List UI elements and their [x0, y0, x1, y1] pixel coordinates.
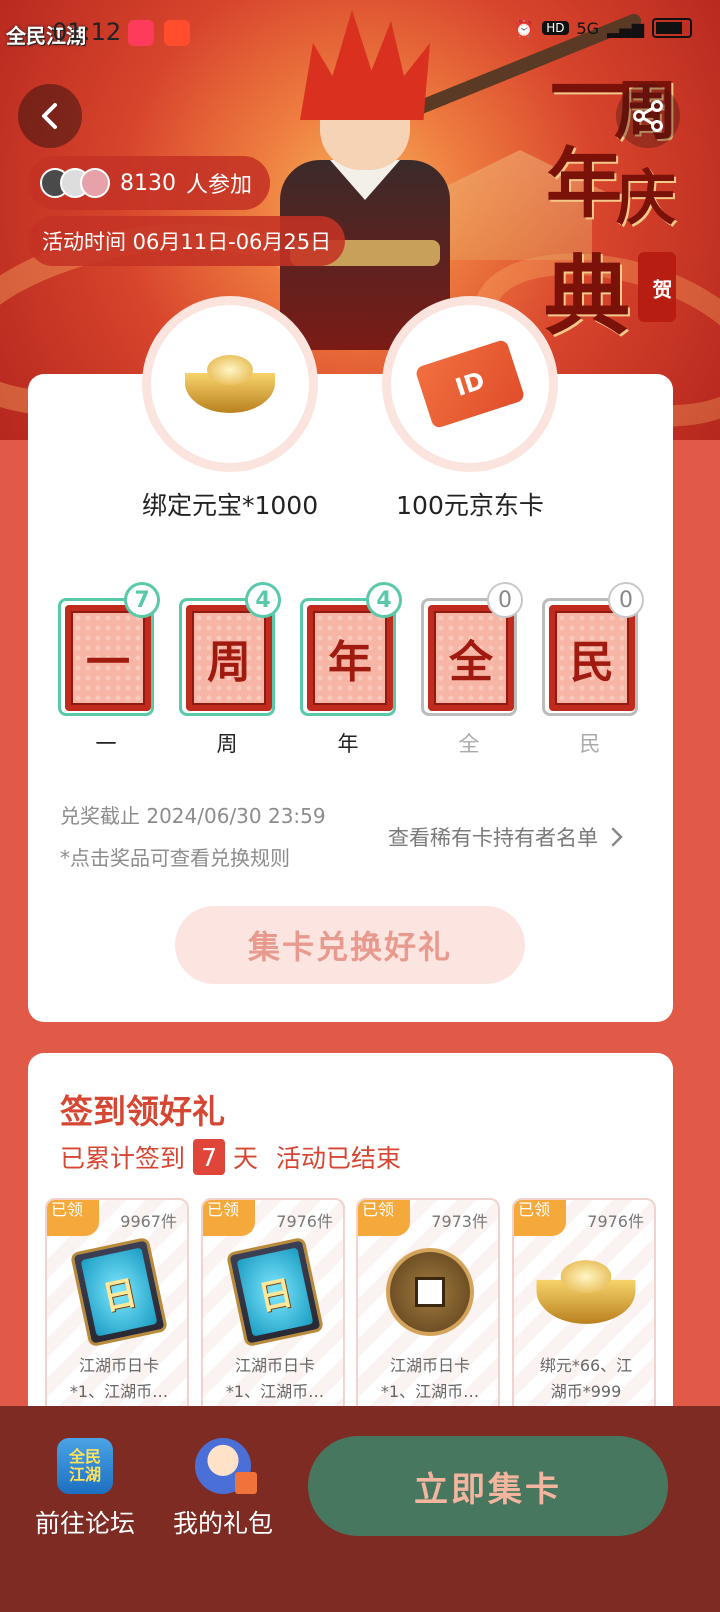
status-icons: ⏰ HD 5G ▂▄▆	[514, 18, 692, 38]
forum-app-icon: 全民江湖	[57, 1438, 113, 1494]
card-name: 一	[95, 732, 117, 756]
card-name: 全	[458, 732, 480, 756]
collect-cards-button[interactable]: 立即集卡	[308, 1436, 668, 1536]
avatar	[80, 168, 110, 198]
music-app-icon	[128, 20, 154, 46]
signin-panel: 签到领好礼 已累计签到 7 天 活动已结束 已领 9967件 日 江湖币日卡 *1…	[28, 1053, 673, 1453]
card-name: 年	[337, 732, 359, 756]
day-card-icon: 日	[225, 1236, 325, 1348]
signin-status-prefix: 已累计签到	[60, 1144, 186, 1173]
rule-note: *点击奖品可查看兑换规则	[60, 846, 290, 870]
activity-ended-label: 活动已结束	[276, 1144, 402, 1173]
bottom-action-bar: 全民江湖 前往论坛 我的礼包 立即集卡	[0, 1406, 720, 1612]
claimed-tag: 已领	[203, 1200, 255, 1236]
status-time: 01:12	[52, 18, 122, 46]
card-name: 民	[579, 732, 601, 756]
day-card-icon: 日	[69, 1236, 169, 1348]
prize-gold-ingot[interactable]: 绑定元宝*1000	[142, 296, 318, 522]
forum-nav-button[interactable]: 全民江湖 前往论坛	[30, 1438, 140, 1540]
my-gifts-nav-button[interactable]: 我的礼包	[168, 1438, 278, 1540]
chevron-left-icon	[42, 103, 57, 129]
back-button[interactable]	[18, 84, 82, 148]
prize-jd-card[interactable]: ID 100元京东卡	[382, 296, 558, 522]
signal-icon: 5G	[576, 18, 600, 38]
gift-description: 江湖币日卡 *1、江湖币…	[380, 1356, 480, 1401]
claimed-tag: 已领	[47, 1200, 99, 1236]
exchange-button[interactable]: 集卡兑换好礼	[175, 906, 525, 984]
alarm-icon: ⏰	[514, 18, 535, 38]
gift-description: 江湖币日卡 *1、江湖币…	[69, 1356, 169, 1401]
gold-ingot-icon	[185, 355, 275, 413]
participants-count: 8130	[120, 170, 176, 196]
gift-description: 江湖币日卡 *1、江湖币…	[225, 1356, 325, 1401]
my-gifts-label: 我的礼包	[172, 1509, 273, 1538]
signin-title: 签到领好礼	[60, 1092, 225, 1131]
rare-card-holders-link[interactable]: 查看稀有卡持有者名单	[388, 822, 624, 852]
signal-bars-icon: ▂▄▆	[607, 18, 644, 38]
card-count-badge: 0	[487, 582, 523, 618]
gift-stock: 7976件	[276, 1212, 333, 1231]
card-count-badge: 0	[608, 582, 644, 618]
prize-label: 绑定元宝*1000	[142, 491, 319, 520]
exchange-deadline: 兑奖截止 2024/06/30 23:59	[60, 804, 326, 828]
gift-description: 绑元*66、江 湖币*999	[539, 1356, 633, 1401]
gift-stock: 7973件	[431, 1212, 488, 1231]
holders-link-label: 查看稀有卡持有者名单	[388, 826, 598, 850]
card-count-badge: 4	[245, 582, 281, 618]
chevron-right-icon	[611, 827, 623, 847]
participants-suffix: 人参加	[186, 173, 253, 198]
prize-label: 100元京东卡	[396, 491, 544, 520]
collect-cards-row: 一 7 一 周 4 周 年 4 年 全 0 全 民 0 民	[58, 582, 648, 764]
status-bar: 全民江湖 01:12 ⏰ HD 5G ▂▄▆	[0, 0, 720, 64]
anniversary-title-art: 一 周 年 庆 典 贺	[544, 47, 678, 347]
card-count-badge: 7	[124, 582, 160, 618]
claimed-tag: 已领	[514, 1200, 566, 1236]
participants-pill: 8130 人参加	[28, 156, 271, 210]
jd-card-icon: ID	[414, 338, 526, 430]
battery-icon	[652, 18, 692, 38]
app-notification-icon	[164, 20, 190, 46]
participant-avatars	[40, 168, 110, 198]
signin-status: 已累计签到 7 天 活动已结束	[60, 1139, 401, 1175]
gift-stock: 7976件	[587, 1212, 644, 1231]
signin-status-unit: 天	[233, 1144, 259, 1173]
collect-cards-panel: 绑定元宝*1000 ID 100元京东卡 一 7 一 周 4 周 年 4 年 全…	[28, 296, 673, 1022]
card-count-badge: 4	[366, 582, 402, 618]
share-icon	[633, 100, 663, 132]
card-name: 周	[216, 732, 238, 756]
gold-ingot-icon	[536, 1260, 636, 1324]
signin-days-badge: 7	[193, 1139, 226, 1175]
gift-bag-icon	[195, 1438, 257, 1494]
claimed-tag: 已领	[358, 1200, 410, 1236]
activity-period: 活动时间 06月11日-06月25日	[28, 216, 346, 266]
gift-stock: 9967件	[120, 1212, 177, 1231]
coin-icon	[386, 1248, 474, 1336]
hd-icon: HD	[542, 21, 569, 35]
share-button[interactable]	[616, 84, 680, 148]
forum-label: 前往论坛	[34, 1509, 135, 1538]
